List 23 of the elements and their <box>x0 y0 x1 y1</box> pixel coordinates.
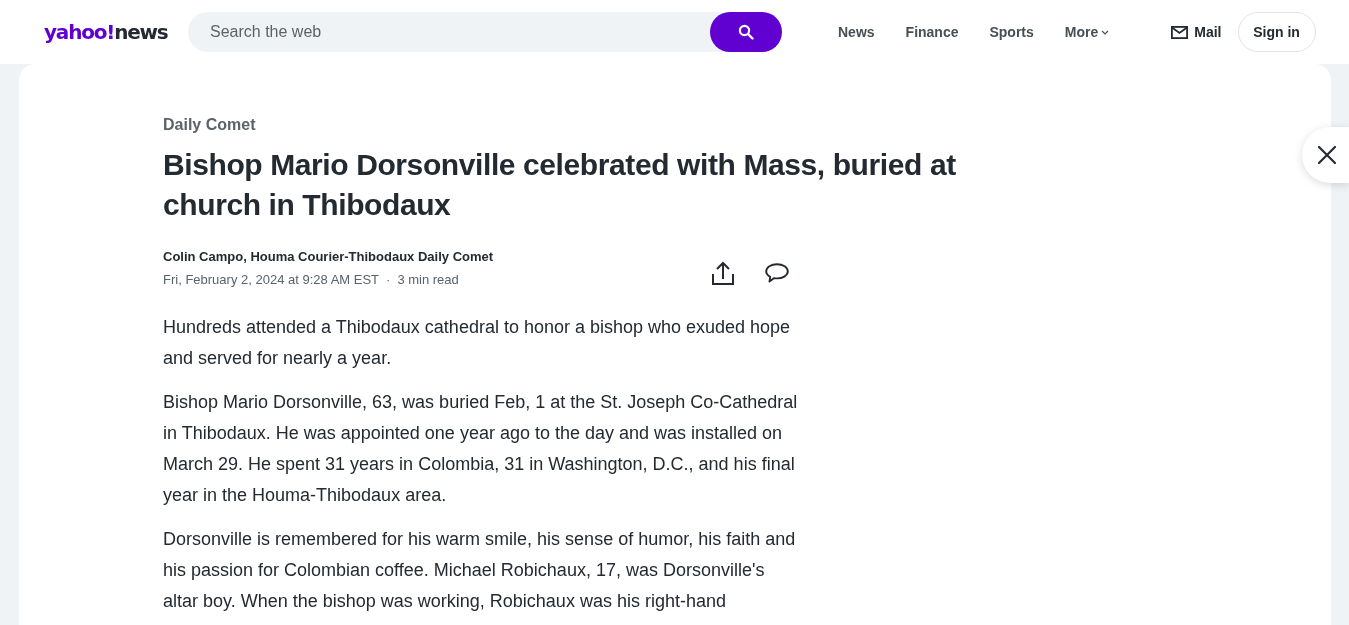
envelope-icon <box>1171 25 1189 39</box>
article-paragraph: Hundreds attended a Thibodaux cathedral to honor a bishop who exuded hope and served for nearly a year. <box>163 316 792 370</box>
article-source: Daily Comet <box>163 115 257 135</box>
publish-date: Fri, February 2, 2024 at 9:28 AM EST <box>163 271 380 289</box>
chevron-down-icon <box>1101 29 1110 35</box>
search-icon <box>738 24 754 40</box>
nav-link[interactable]: Sports <box>989 24 1034 40</box>
nav-link[interactable]: News <box>838 24 875 40</box>
article-title: Bishop Mario Dorsonville celebrated with Mass, buried at church in Thibodaux <box>163 147 957 223</box>
nav-menu[interactable]: More <box>1064 24 1110 40</box>
sign-in-button[interactable]: Sign in <box>1237 12 1316 52</box>
comment-icon <box>765 262 789 283</box>
nav-link[interactable]: Finance <box>905 24 959 40</box>
close-icon <box>1316 145 1337 165</box>
yahoo-news-logo[interactable]: yahoo!news <box>44 20 168 44</box>
article-byline: Colin Campo, Houma Courier-Thibodaux Daily Comet <box>163 248 494 266</box>
share-icon <box>712 260 734 285</box>
search-button[interactable] <box>710 12 782 52</box>
article-paragraph: Bishop Mario Dorsonville, 63, was buried Feb, 1 at the St. Joseph Co-Cathedral in Thibodaux. He was appointed one year ago to the day and was installed on March 29. He spent 31 years in Colombia, 31 in Washington, D.C., and his final year in the Houma-Thibodaux area. <box>163 391 799 507</box>
separator-dot: · <box>386 271 391 289</box>
article-paragraph: Dorsonville is remembered for his warm smile, his sense of humor, his faith and his passion for Colombian coffee. Michael Robichaux, 17, was Dorsonville's altar boy. When the bishop was working, Robichaux was his right-hand <box>163 528 797 613</box>
mail-link[interactable]: Mail <box>1171 24 1222 40</box>
read-time: 3 min read <box>397 271 459 289</box>
